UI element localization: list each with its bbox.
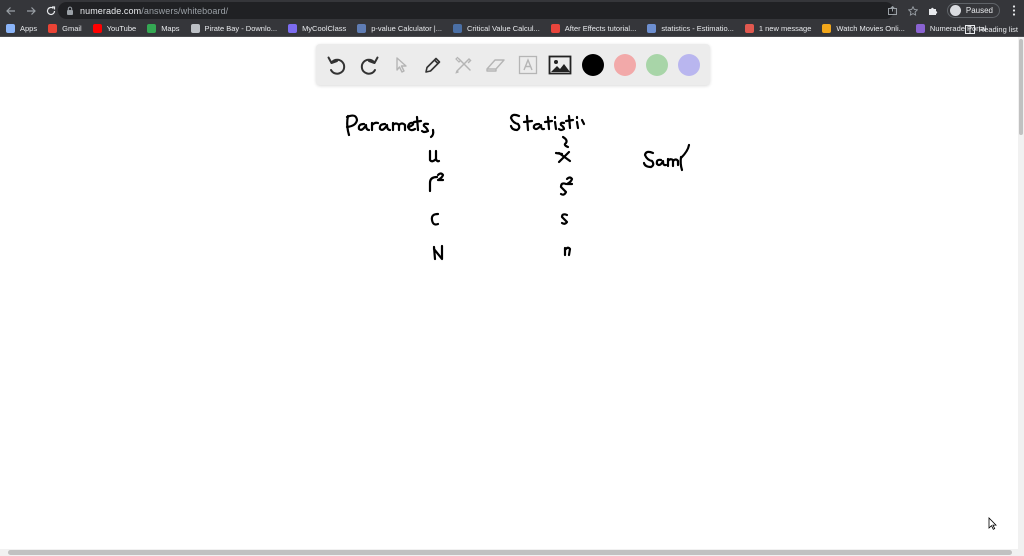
- horizontal-scroll-thumb[interactable]: [8, 550, 1012, 555]
- monitor-icon: [190, 24, 200, 33]
- url-text: numerade.com/answers/whiteboard/: [80, 5, 229, 16]
- vertical-scrollbar[interactable]: [1018, 37, 1024, 549]
- reading-list-icon: [964, 24, 975, 34]
- bookmark-label: Maps: [161, 24, 180, 33]
- globe-icon: [357, 24, 367, 33]
- handwriting-sigma: [430, 212, 440, 226]
- bookmark-item[interactable]: 1 new message: [744, 21, 812, 37]
- bookmark-label: MyCoolClass: [302, 24, 347, 33]
- handwriting-parameters: [345, 114, 435, 139]
- apps-grid-icon: [6, 24, 15, 33]
- bookmark-label: statistics - Estimatio...: [661, 24, 734, 33]
- puzzle-icon: [928, 7, 938, 15]
- bookmark-item[interactable]: Critical Value Calcul...: [452, 21, 540, 37]
- extensions-button[interactable]: [923, 0, 943, 21]
- handwriting-capital-n: [432, 244, 444, 261]
- bookmark-star-button[interactable]: [903, 0, 923, 21]
- share-button[interactable]: [883, 0, 903, 21]
- bookmark-label: Apps: [20, 24, 38, 33]
- arrow-right-icon: [27, 6, 36, 15]
- bookmark-item[interactable]: Maps: [147, 21, 180, 37]
- bookmark-label: 1 new message: [758, 24, 812, 33]
- lock-icon: [67, 6, 73, 15]
- gmail-icon: [48, 24, 58, 33]
- back-button[interactable]: [2, 2, 20, 20]
- bookmark-item[interactable]: Watch Movies Onli...: [822, 21, 905, 37]
- handwriting-mu: [428, 149, 441, 163]
- reading-list-button[interactable]: Reading list: [964, 21, 1018, 37]
- bookmark-label: Gmail: [62, 24, 82, 33]
- youtube-icon: [92, 24, 102, 33]
- omnibox[interactable]: numerade.com/answers/whiteboard/: [58, 2, 894, 19]
- handwriting-layer: [345, 113, 691, 261]
- bookmark-label: Watch Movies Onli...: [836, 24, 905, 33]
- message-icon: [744, 24, 754, 33]
- kebab-menu-icon: [1012, 5, 1016, 16]
- avatar: [949, 5, 961, 16]
- bookmarks-bar: Apps Gmail YouTube Maps Pirate Bay - Downlo.…: [0, 21, 1024, 37]
- bookmark-item[interactable]: MyCoolClass: [288, 21, 346, 37]
- movie-icon: [822, 24, 832, 33]
- bookmark-item[interactable]: Apps: [6, 21, 37, 37]
- mycoolclass-icon: [288, 24, 298, 33]
- bookmark-item[interactable]: After Effects tutorial...: [550, 21, 637, 37]
- handwriting-s: [560, 213, 569, 225]
- profile-button[interactable]: Paused: [946, 3, 1000, 18]
- bookmark-item[interactable]: YouTube: [92, 21, 137, 37]
- bookmark-label: p-value Calculator |...: [371, 24, 442, 33]
- forward-button[interactable]: [22, 2, 40, 20]
- handwriting-statistics: [509, 113, 586, 132]
- vertical-scroll-thumb[interactable]: [1019, 39, 1023, 135]
- share-icon: [888, 6, 898, 15]
- adobe-icon: [550, 24, 560, 33]
- handwriting-sigma-squared: [428, 172, 445, 193]
- stackexchange-icon: [647, 24, 657, 33]
- mouse-cursor-icon: [988, 517, 997, 530]
- profile-status-label: Paused: [965, 6, 993, 15]
- numerade-icon: [915, 24, 925, 33]
- handwriting-s-squared: [559, 176, 574, 196]
- browser-menu-button[interactable]: [1004, 0, 1024, 21]
- handwriting-sample: [642, 143, 691, 172]
- whiteboard-canvas[interactable]: [0, 37, 1018, 549]
- horizontal-scrollbar[interactable]: [0, 549, 1024, 556]
- bookmark-item[interactable]: Gmail: [48, 21, 82, 37]
- bookmark-item[interactable]: statistics - Estimatio...: [647, 21, 734, 37]
- bookmark-label: YouTube: [106, 24, 137, 33]
- handwriting-x-bar: [554, 135, 572, 164]
- star-icon: [907, 5, 918, 16]
- maps-icon: [147, 24, 157, 33]
- bookmark-label: Pirate Bay - Downlo...: [204, 24, 278, 33]
- bookmark-label: After Effects tutorial...: [564, 24, 637, 33]
- browser-address-bar: numerade.com/answers/whiteboard/ Paused: [0, 0, 1024, 21]
- bookmark-label: Critical Value Calcul...: [466, 24, 540, 33]
- bookmark-item[interactable]: p-value Calculator |...: [357, 21, 442, 37]
- reading-list-label: Reading list: [978, 24, 1018, 34]
- arrow-left-icon: [6, 6, 15, 15]
- handwriting-n: [563, 246, 572, 257]
- bookmark-item[interactable]: Pirate Bay - Downlo...: [190, 21, 278, 37]
- reload-icon: [46, 5, 56, 15]
- globe-icon: [452, 24, 462, 33]
